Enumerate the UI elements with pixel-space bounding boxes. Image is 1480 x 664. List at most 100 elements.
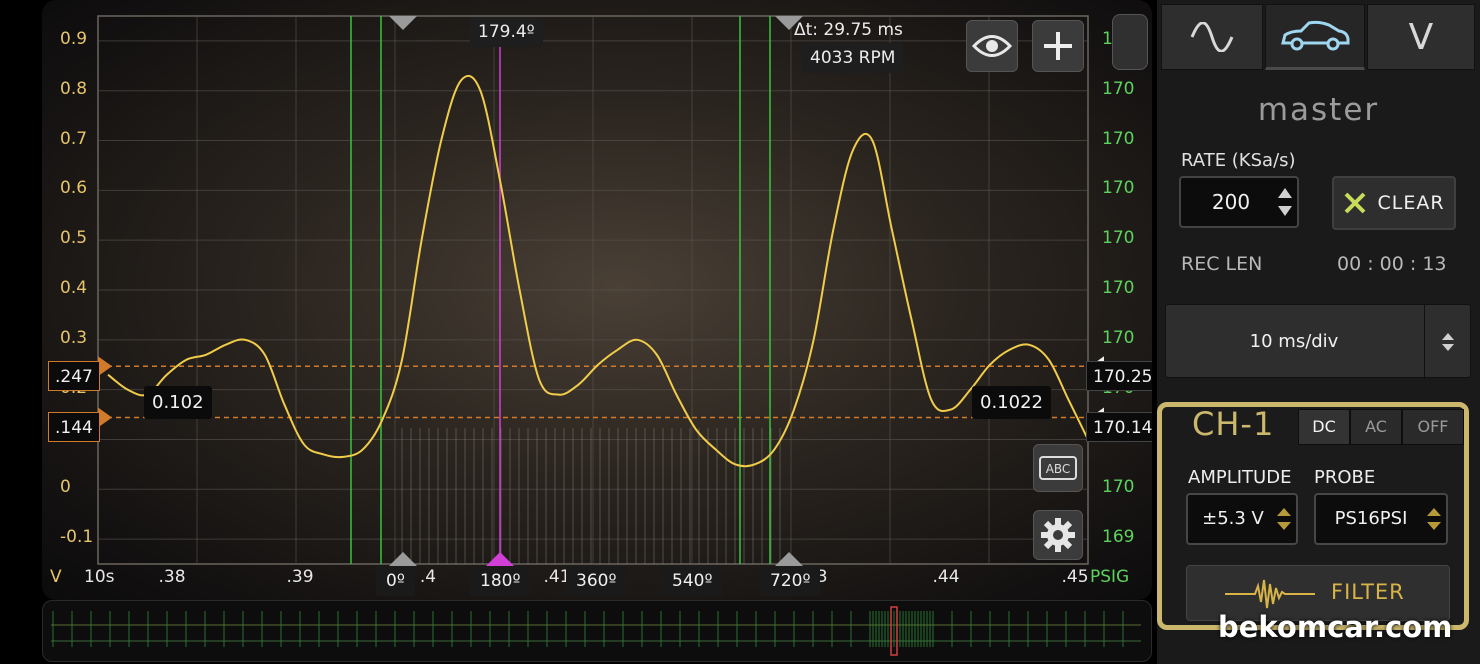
amplitude-label: AMPLITUDE bbox=[1188, 467, 1292, 488]
eye-button[interactable] bbox=[966, 20, 1018, 72]
probe-value: PS16PSI bbox=[1334, 508, 1408, 529]
probe-spinner-icon[interactable] bbox=[1426, 505, 1442, 533]
y-left-tick-label: 0.5 bbox=[60, 228, 88, 249]
y-right-tick-label: 169 bbox=[1102, 527, 1135, 548]
x-tick-label: .39 bbox=[286, 567, 314, 587]
time-prefix-label: 10s bbox=[84, 567, 115, 587]
degree-marker-540[interactable]: 540º bbox=[662, 566, 723, 596]
cursor-right-value: 0.1022 bbox=[972, 386, 1051, 419]
coupling-ac-button[interactable]: AC bbox=[1350, 409, 1402, 445]
plus-icon bbox=[1044, 32, 1072, 60]
filter-label: FILTER bbox=[1331, 580, 1405, 604]
mode-tab-automotive[interactable] bbox=[1265, 4, 1365, 70]
degree-marker-0[interactable]: 0º bbox=[376, 566, 415, 596]
up-down-arrows-icon bbox=[1441, 333, 1454, 351]
degree-marker-180[interactable]: 180º bbox=[470, 566, 531, 596]
y-right-tick-label: 170 bbox=[1102, 477, 1135, 498]
y-right-tick-label: 170 bbox=[1102, 178, 1135, 199]
cursor-top-handle bbox=[389, 16, 417, 30]
cursor-bottom-handle bbox=[775, 552, 803, 566]
unit-left-label: V bbox=[50, 567, 62, 587]
level-high-right-tag[interactable]: 170.25 bbox=[1086, 361, 1152, 391]
time-per-div-spinner[interactable] bbox=[1424, 305, 1470, 379]
time-per-div-value: 10 ms/div bbox=[1249, 331, 1339, 352]
level-left-arrow bbox=[98, 407, 112, 428]
overview-waveform bbox=[51, 606, 1141, 656]
waveform-trace bbox=[107, 74, 1089, 468]
y-left-tick-label: 0.3 bbox=[60, 327, 88, 348]
side-panel-grip[interactable] bbox=[1112, 14, 1148, 70]
x-tick-label: .4 bbox=[419, 567, 437, 587]
scope-grid bbox=[97, 15, 1089, 565]
clear-button[interactable]: CLEAR bbox=[1332, 176, 1456, 230]
channel-1-panel: CH-1 DC AC OFF AMPLITUDE PROBE ±5.3 V PS… bbox=[1157, 402, 1469, 630]
y-right-tick-label: 170 bbox=[1102, 128, 1135, 149]
scope-plot[interactable] bbox=[42, 0, 1152, 600]
y-right-tick-label: 170 bbox=[1102, 278, 1135, 298]
control-panel: V master RATE (KSa/s) 200 CLEAR REC LEN … bbox=[1157, 0, 1480, 664]
y-right-tick-label: 170 bbox=[1102, 78, 1135, 99]
master-label: master bbox=[1257, 92, 1380, 128]
amplitude-value: ±5.3 V bbox=[1202, 508, 1264, 529]
rate-input[interactable]: 200 bbox=[1179, 176, 1299, 228]
svg-text:ABC: ABC bbox=[1046, 462, 1071, 476]
gear-icon bbox=[1041, 518, 1075, 552]
noise-waveform-icon bbox=[1225, 579, 1315, 609]
cursor-handles bbox=[98, 16, 1104, 566]
x-tick-label: .38 bbox=[158, 567, 186, 587]
cursor-left-value: 0.102 bbox=[144, 386, 212, 419]
labels-button[interactable]: ABC bbox=[1033, 444, 1083, 492]
car-icon bbox=[1281, 20, 1350, 51]
level-low-left-tag[interactable]: .144 bbox=[48, 412, 100, 442]
y-right-tick-label: 170 bbox=[1102, 327, 1135, 348]
close-icon bbox=[1345, 192, 1366, 214]
probe-select[interactable]: PS16PSI bbox=[1314, 493, 1448, 545]
y-left-tick-label: -0.1 bbox=[60, 527, 94, 548]
rate-value: 200 bbox=[1211, 190, 1251, 214]
settings-button[interactable] bbox=[1033, 510, 1083, 560]
abc-label-icon: ABC bbox=[1039, 456, 1077, 480]
delta-time-value: Δt: 29.75 ms bbox=[794, 20, 903, 40]
rate-label: RATE (KSa/s) bbox=[1181, 150, 1296, 171]
delta-time-readout: Δt: 29.75 ms bbox=[794, 19, 903, 41]
clear-label: CLEAR bbox=[1377, 192, 1445, 214]
y-left-tick-label: 0.6 bbox=[60, 178, 88, 199]
record-overview-strip[interactable] bbox=[42, 600, 1152, 662]
y-left-tick-label: 0.4 bbox=[60, 278, 88, 298]
y-left-tick-label: 0 bbox=[60, 477, 71, 498]
amplitude-spinner-icon[interactable] bbox=[1276, 505, 1292, 533]
rpm-readout: 4033 RPM bbox=[802, 43, 904, 73]
oscilloscope-display[interactable]: 0.90.80.70.60.50.40.30.20.10-0.1 1701701… bbox=[42, 0, 1152, 600]
app-window: 0.90.80.70.60.50.40.30.20.10-0.1 1701701… bbox=[0, 0, 1480, 664]
waveform-icon bbox=[1190, 22, 1234, 52]
rate-spinner-icon[interactable] bbox=[1277, 184, 1293, 220]
probe-label: PROBE bbox=[1314, 467, 1376, 488]
mode-tab-voltage[interactable]: V bbox=[1367, 4, 1475, 70]
amplitude-select[interactable]: ±5.3 V bbox=[1186, 493, 1298, 545]
degree-marker-360[interactable]: 360º bbox=[566, 566, 627, 596]
watermark-text: bekomcar.com bbox=[1218, 610, 1453, 644]
signal-trace bbox=[107, 74, 1089, 468]
y-left-tick-label: 0.7 bbox=[60, 128, 88, 149]
level-high-left-tag[interactable]: .247 bbox=[48, 361, 100, 391]
rec-len-label: REC LEN bbox=[1181, 253, 1263, 275]
level-low-right-tag[interactable]: 170.14 bbox=[1086, 412, 1152, 442]
eye-icon bbox=[972, 35, 1012, 57]
cursor-bottom-handle bbox=[389, 552, 417, 566]
coupling-off-button[interactable]: OFF bbox=[1402, 409, 1464, 445]
mode-tab-waveform[interactable] bbox=[1161, 4, 1263, 70]
y-left-tick-label: 0.9 bbox=[60, 28, 88, 49]
magenta-cursor-readout: 179.4º bbox=[470, 17, 543, 47]
add-channel-button[interactable] bbox=[1032, 20, 1084, 72]
y-left-tick-label: 0.8 bbox=[60, 78, 88, 99]
x-tick-label: .45 bbox=[1061, 567, 1089, 587]
degree-marker-720[interactable]: 720º bbox=[760, 566, 821, 596]
time-per-div-select[interactable]: 10 ms/div bbox=[1165, 304, 1471, 379]
unit-right-label: PSIG bbox=[1090, 567, 1130, 587]
degree-tick-marks bbox=[401, 428, 781, 564]
coupling-dc-button[interactable]: DC bbox=[1298, 409, 1350, 445]
x-tick-label: .44 bbox=[932, 567, 960, 587]
channel-1-title: CH-1 bbox=[1192, 405, 1275, 443]
rec-len-value: 00 : 00 : 13 bbox=[1337, 253, 1447, 275]
y-right-tick-label: 170 bbox=[1102, 228, 1135, 249]
